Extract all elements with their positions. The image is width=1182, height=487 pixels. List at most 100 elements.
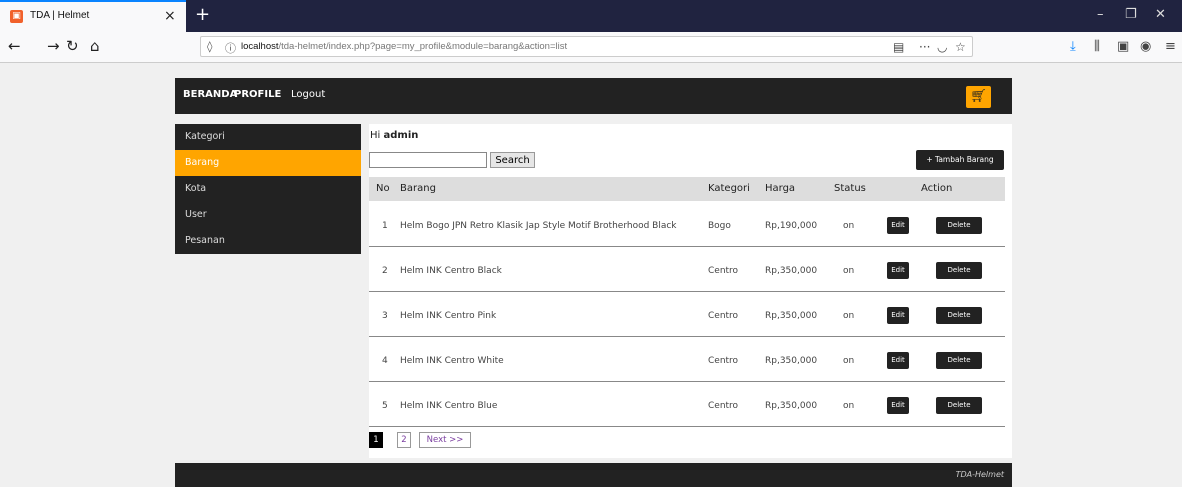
delete-button[interactable]: Delete [936,352,982,369]
edit-button[interactable]: Edit [887,397,909,414]
restore-icon[interactable]: ❐ [1125,7,1137,22]
reload-icon[interactable]: ↻ [66,37,79,55]
nav-beranda[interactable]: BERANDA [183,89,237,100]
url-path: /tda-helmet/index.php?page=my_profile&mo… [278,41,568,52]
col-barang: Barang [400,183,436,194]
delete-button[interactable]: Delete [936,217,982,234]
menu-icon[interactable]: ≡ [1165,39,1176,54]
site-header: BERANDA PROFILE Logout 🛒︎ [175,78,1012,114]
back-icon[interactable]: ← [8,37,21,55]
cell-barang: Helm INK Centro White [400,356,504,366]
reader-view-icon[interactable]: ▤ [893,40,904,54]
cell-harga: Rp,350,000 [765,401,818,411]
cart-icon: 🛒︎ [970,89,987,104]
greeting-user: admin [383,130,419,141]
cell-status: on [843,266,855,276]
sidebar-icon[interactable]: ▣ [1117,39,1129,54]
cell-kategori: Bogo [708,221,731,231]
table-row: 1 Helm Bogo JPN Retro Klasik Jap Style Mo… [369,201,1005,247]
cell-status: on [843,221,855,231]
tda-logo-icon: ▣ [10,10,23,23]
sidebar: Kategori Barang Kota User Pesanan [175,124,361,254]
table-row: 2 Helm INK Centro Black Centro Rp,350,000 on… [369,246,1005,292]
bookmark-star-icon[interactable]: ☆ [955,40,966,54]
delete-button[interactable]: Delete [936,307,982,324]
cell-kategori: Centro [708,311,739,321]
cell-status: on [843,311,855,321]
sidebar-item-pesanan[interactable]: Pesanan [175,228,361,254]
page-2-link[interactable]: 2 [397,432,411,448]
edit-button[interactable]: Edit [887,352,909,369]
cell-no: 1 [382,221,388,231]
search-button[interactable]: Search [490,152,535,168]
home-icon[interactable]: ⌂ [90,37,100,55]
table-header: No Barang Kategori Harga Status Action [369,177,1005,201]
col-status: Status [834,183,866,194]
greeting-prefix: Hi [370,130,381,141]
cell-harga: Rp,190,000 [765,221,818,231]
cell-barang: Helm INK Centro Blue [400,401,498,411]
greeting: Hi admin [370,130,418,141]
forward-icon[interactable]: → [47,37,60,55]
edit-button[interactable]: Edit [887,307,909,324]
add-barang-button[interactable]: + Tambah Barang [916,150,1004,170]
cart-button[interactable]: 🛒︎ [966,86,991,108]
cell-harga: Rp,350,000 [765,266,818,276]
url-bar[interactable]: ◊ ⓘ localhost/tda-helmet/index.php?page=… [200,36,973,57]
sidebar-item-kategori[interactable]: Kategori [175,124,361,150]
cell-no: 4 [382,356,388,366]
delete-button[interactable]: Delete [936,397,982,414]
sidebar-item-kota[interactable]: Kota [175,176,361,202]
web-page: BERANDA PROFILE Logout 🛒︎ Kategori Baran… [0,63,1182,487]
cell-barang: Helm INK Centro Black [400,266,502,276]
cell-barang: Helm Bogo JPN Retro Klasik Jap Style Mot… [400,221,677,231]
search-input[interactable] [369,152,487,168]
sidebar-item-barang[interactable]: Barang [175,150,361,176]
cell-harga: Rp,350,000 [765,356,818,366]
page-actions-icon[interactable]: ··· [919,40,930,54]
sidebar-item-user[interactable]: User [175,202,361,228]
url-text[interactable]: localhost/tda-helmet/index.php?page=my_p… [241,41,567,52]
library-icon[interactable]: ⫼ [1094,39,1100,54]
next-page-link[interactable]: Next >> [419,432,471,448]
cell-harga: Rp,350,000 [765,311,818,321]
account-icon[interactable]: ◉ [1140,39,1151,54]
table-row: 5 Helm INK Centro Blue Centro Rp,350,000 on E… [369,381,1005,427]
cell-no: 2 [382,266,388,276]
nav-profile[interactable]: PROFILE [234,89,281,100]
cell-kategori: Centro [708,401,739,411]
footer-text: TDA-Helmet [955,470,1004,479]
browser-tab-bar: ▣ TDA | Helmet × + – ❐ ✕ [0,0,1182,32]
cell-barang: Helm INK Centro Pink [400,311,497,321]
col-action: Action [921,183,953,194]
browser-nav-bar: ← → ↻ ⌂ ◊ ⓘ localhost/tda-helmet/index.p… [0,32,1182,63]
pocket-icon[interactable]: ◡ [937,40,947,54]
cell-status: on [843,356,855,366]
edit-button[interactable]: Edit [887,262,909,279]
nav-logout[interactable]: Logout [291,89,325,100]
tab-title: TDA | Helmet [30,10,90,21]
col-harga: Harga [765,183,796,194]
cell-kategori: Centro [708,266,739,276]
browser-tab[interactable]: ▣ TDA | Helmet × [0,0,186,32]
url-host: localhost [241,41,279,52]
table-row: 3 Helm INK Centro Pink Centro Rp,350,000 on E… [369,291,1005,337]
delete-button[interactable]: Delete [936,262,982,279]
download-icon[interactable]: ⤓ [1070,39,1076,54]
shield-icon[interactable]: ◊ [207,40,212,53]
new-tab-icon[interactable]: + [195,4,210,25]
main-content: Hi admin Search + Tambah Barang No Baran… [369,124,1012,458]
col-kategori: Kategori [708,183,750,194]
cell-kategori: Centro [708,356,739,366]
table-row: 4 Helm INK Centro White Centro Rp,350,000 on… [369,336,1005,382]
info-icon[interactable]: ⓘ [225,40,236,56]
edit-button[interactable]: Edit [887,217,909,234]
close-tab-icon[interactable]: × [164,8,176,24]
cell-status: on [843,401,855,411]
page-1-link[interactable]: 1 [369,432,383,448]
minimize-icon[interactable]: – [1097,7,1104,22]
col-no: No [376,183,390,194]
close-window-icon[interactable]: ✕ [1155,7,1166,22]
site-footer: TDA-Helmet [175,463,1012,487]
cell-no: 5 [382,401,388,411]
